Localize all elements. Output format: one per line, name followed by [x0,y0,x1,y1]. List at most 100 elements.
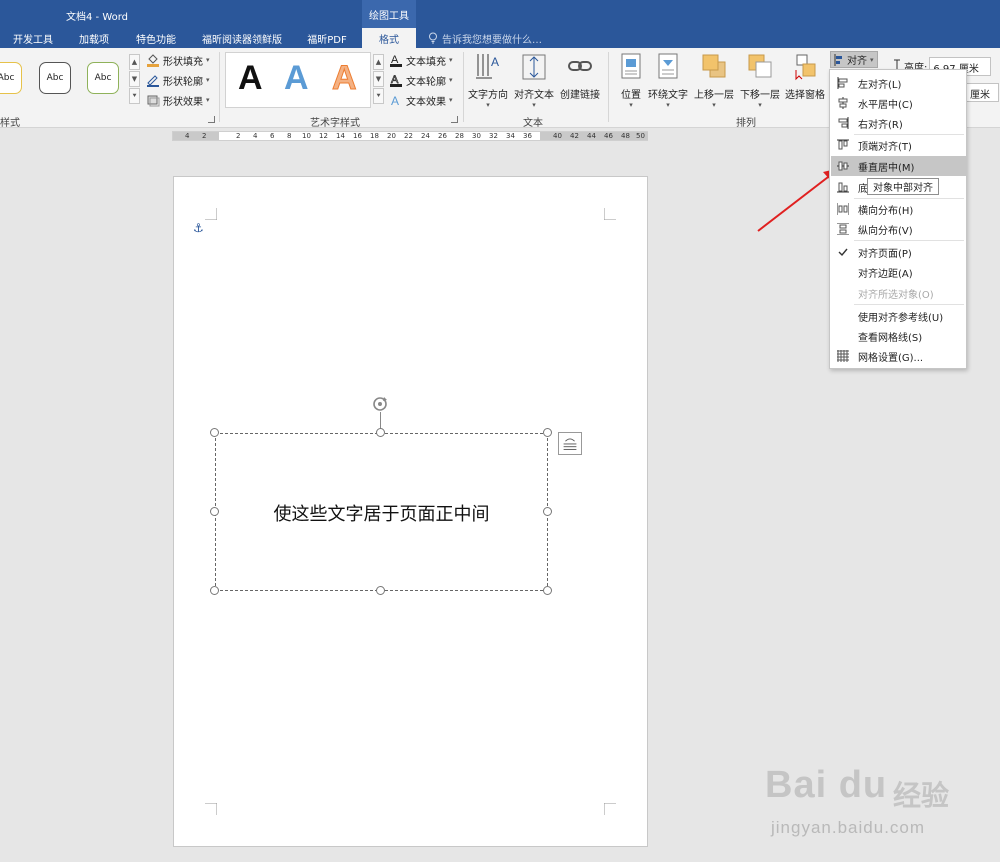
align-icon [834,53,842,66]
shape-outline-button[interactable]: 形状轮廓 ▾ [146,71,210,89]
document-page[interactable]: ⚓ 使这些文字居于页面正中间 [173,176,648,847]
shape-style-swatch-1[interactable]: Abc [0,62,22,94]
menu-item-view-gridlines[interactable]: 查看网格线(S) [831,326,966,346]
menu-item-align-margin[interactable]: 对齐边距(A) [831,262,966,282]
menu-item-use-guides[interactable]: 使用对齐参考线(U) [831,306,966,326]
menu-item-label: 左对齐(L) [858,79,902,91]
align-text-label: 对齐文本 [514,90,554,101]
wordart-scroll-down[interactable]: ▼ [373,71,384,87]
bring-forward-button[interactable]: 上移一层 ▾ [694,52,734,109]
resize-handle[interactable] [210,428,219,437]
rotate-handle-icon[interactable] [371,395,389,413]
shape-style-swatch-2[interactable]: Abc [39,62,71,94]
menu-item-label: 使用对齐参考线(U) [858,312,944,324]
text-direction-icon: A [476,54,499,79]
text-effects-icon: A [391,94,399,107]
menu-item-align-page[interactable]: 对齐页面(P) [831,242,966,262]
tell-me-search[interactable]: 告诉我您想要做什么… [428,28,542,48]
shape-effects-button[interactable]: 形状效果 ▾ [146,91,210,109]
tab-foxit-pdf[interactable]: 福昕PDF [296,28,358,48]
position-button[interactable]: 位置 ▾ [617,52,645,109]
menu-item-label: 对齐边距(A) [858,268,913,280]
wordart-launcher[interactable] [451,116,458,123]
tab-format[interactable]: 格式 [362,28,416,48]
wordart-scroll-up[interactable]: ▲ [373,54,384,70]
ruler-tick: 28 [455,132,464,140]
tell-me-text: 告诉我您想要做什么… [442,34,542,46]
wordart-style-blue[interactable]: A [284,59,309,98]
ruler-tick: 6 [270,132,275,140]
resize-handle[interactable] [543,586,552,595]
position-label: 位置 [621,90,641,101]
menu-item-align-left[interactable]: 左对齐(L) [831,73,966,93]
tab-foxit-reader[interactable]: 福昕阅读器领鲜版 [192,28,292,48]
wordart-gallery: A A A [225,52,371,108]
menu-item-distribute-horizontal[interactable]: 横向分布(H) [831,199,966,219]
position-icon [621,53,641,79]
menu-item-label: 网格设置(G)... [858,352,924,364]
align-text-button[interactable]: 对齐文本 ▾ [514,52,554,109]
ruler-tick: 46 [604,132,613,140]
distribute-vertical-icon [837,223,849,235]
ruler-tick: 16 [353,132,362,140]
text-fill-button[interactable]: A 文本填充 ▾ [389,51,453,69]
resize-handle[interactable] [376,586,385,595]
shape-style-swatch-3[interactable]: Abc [87,62,119,94]
window-title: 文档4 - Word [66,12,129,23]
textbox-text[interactable]: 使这些文字居于页面正中间 [216,500,547,526]
group-divider [463,52,464,122]
bring-forward-label: 上移一层 [694,90,734,101]
menu-item-grid-settings[interactable]: 网格设置(G)... [831,346,966,366]
menu-item-label: 垂直居中(M) [858,162,915,174]
resize-handle[interactable] [376,428,385,437]
scroll-down-button[interactable]: ▼ [129,71,140,87]
shape-effects-icon [147,95,160,107]
gallery-more-button[interactable]: ⯆ [129,88,140,104]
menu-item-align-middle[interactable]: 垂直居中(M) [831,156,966,176]
align-dropdown-button[interactable]: 对齐 ▾ [830,51,878,68]
anchor-icon[interactable]: ⚓ [193,221,204,235]
wrap-text-button[interactable]: 环绕文字 ▾ [648,52,688,109]
layout-options-icon[interactable] [558,432,582,455]
shape-fill-button[interactable]: 形状填充 ▾ [146,51,210,69]
resize-handle[interactable] [543,428,552,437]
shape-styles-launcher[interactable] [208,116,215,123]
menu-item-distribute-vertical[interactable]: 纵向分布(V) [831,219,966,239]
margin-corner-bottom-right [604,803,616,815]
selection-pane-label: 选择窗格 [785,90,825,101]
tab-addins[interactable]: 加载项 [66,28,122,48]
resize-handle[interactable] [210,507,219,516]
selection-pane-button[interactable]: 选择窗格 [785,52,825,101]
align-menu: 左对齐(L) 水平居中(C) 右对齐(R) 顶端对齐(T) 垂直居中(M) 底 … [829,69,967,369]
ruler-tick: 4 [253,132,258,140]
menu-item-align-top[interactable]: 顶端对齐(T) [831,135,966,155]
wordart-style-black[interactable]: A [238,59,263,98]
ruler-tick: 24 [421,132,430,140]
resize-handle[interactable] [543,507,552,516]
text-direction-button[interactable]: A 文字方向 ▾ [468,52,508,109]
tab-special-features[interactable]: 特色功能 [124,28,188,48]
send-backward-icon [748,54,772,78]
align-left-icon [837,77,848,89]
checkmark-icon [838,248,848,257]
resize-handle[interactable] [210,586,219,595]
selection-pane-icon [795,54,816,81]
menu-item-align-right[interactable]: 右对齐(R) [831,113,966,133]
create-link-button[interactable]: 创建链接 [560,52,600,101]
horizontal-ruler[interactable]: 4 2 2 4 6 8 10 12 14 16 18 20 22 24 26 2… [172,131,648,141]
tab-developer[interactable]: 开发工具 [0,28,66,48]
ruler-tick: 26 [438,132,447,140]
scroll-up-button[interactable]: ▲ [129,54,140,70]
wordart-more-button[interactable]: ⯆ [373,88,384,104]
text-outline-button[interactable]: A 文本轮廓 ▾ [389,71,453,89]
wordart-style-orange[interactable]: A [332,59,358,98]
send-backward-button[interactable]: 下移一层 ▾ [740,52,780,109]
svg-text:A: A [391,94,399,107]
ruler-tick: 2 [202,132,207,140]
selected-textbox[interactable]: 使这些文字居于页面正中间 [215,433,548,591]
align-middle-icon [837,161,849,171]
text-effects-button[interactable]: A 文本效果 ▾ [389,91,453,109]
ruler-tick: 48 [621,132,630,140]
align-top-icon [837,139,849,150]
menu-item-align-center[interactable]: 水平居中(C) [831,93,966,113]
